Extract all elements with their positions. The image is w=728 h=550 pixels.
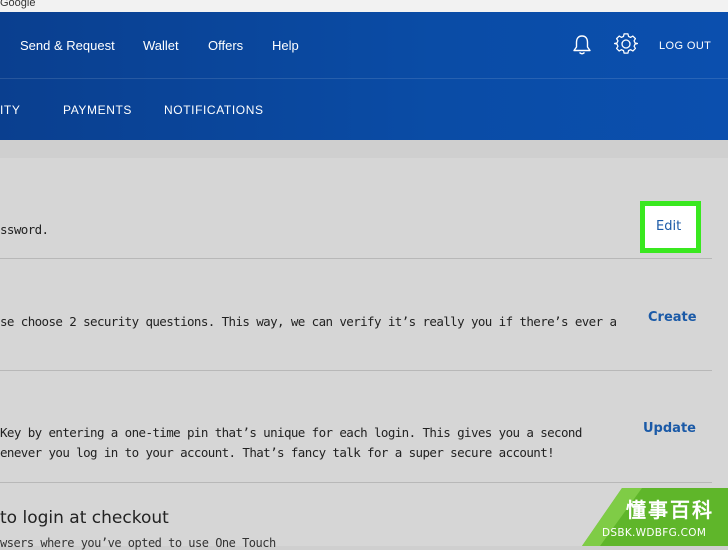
- tab-notifications[interactable]: NOTIFICATIONS: [164, 103, 264, 117]
- main-nav: Send & Request Wallet Offers Help LOG OU…: [0, 12, 728, 78]
- update-button[interactable]: Update: [643, 421, 696, 436]
- checkout-description: wsers where you’ve opted to use One Touc…: [0, 536, 276, 550]
- edit-label: Edit: [656, 219, 682, 234]
- watermark-title: 懂事百科: [626, 498, 714, 522]
- row-divider: [0, 258, 712, 259]
- edit-button[interactable]: Edit: [645, 206, 696, 248]
- key-description-line2: enever you log in to your account. That’…: [0, 445, 555, 460]
- browser-topbar: Google: [0, 0, 728, 12]
- edit-highlight: Edit: [640, 201, 701, 253]
- watermark: 懂事百科 DSBK.WDBFG.COM: [582, 488, 728, 546]
- watermark-url: DSBK.WDBFG.COM: [602, 527, 707, 539]
- logout-button[interactable]: LOG OUT: [659, 40, 711, 52]
- nav-help[interactable]: Help: [272, 38, 299, 53]
- create-button[interactable]: Create: [648, 310, 697, 325]
- bell-icon[interactable]: [571, 34, 593, 56]
- bookmark-label[interactable]: Google: [0, 0, 35, 9]
- questions-description: se choose 2 security questions. This way…: [0, 314, 617, 329]
- nav-wallet[interactable]: Wallet: [143, 38, 179, 53]
- tab-payments[interactable]: PAYMENTS: [63, 103, 132, 117]
- gear-icon[interactable]: [613, 32, 639, 56]
- header-divider: [0, 78, 728, 79]
- key-description-line1: Key by entering a one-time pin that’s un…: [0, 425, 582, 440]
- row-divider: [0, 370, 712, 371]
- checkout-heading: to login at checkout: [0, 508, 169, 528]
- row-divider: [0, 482, 712, 483]
- site-header: Send & Request Wallet Offers Help LOG OU…: [0, 12, 728, 140]
- tab-security[interactable]: ITY: [0, 103, 20, 117]
- nav-offers[interactable]: Offers: [208, 38, 243, 53]
- password-description: ssword.: [0, 222, 49, 237]
- nav-send-request[interactable]: Send & Request: [20, 38, 115, 53]
